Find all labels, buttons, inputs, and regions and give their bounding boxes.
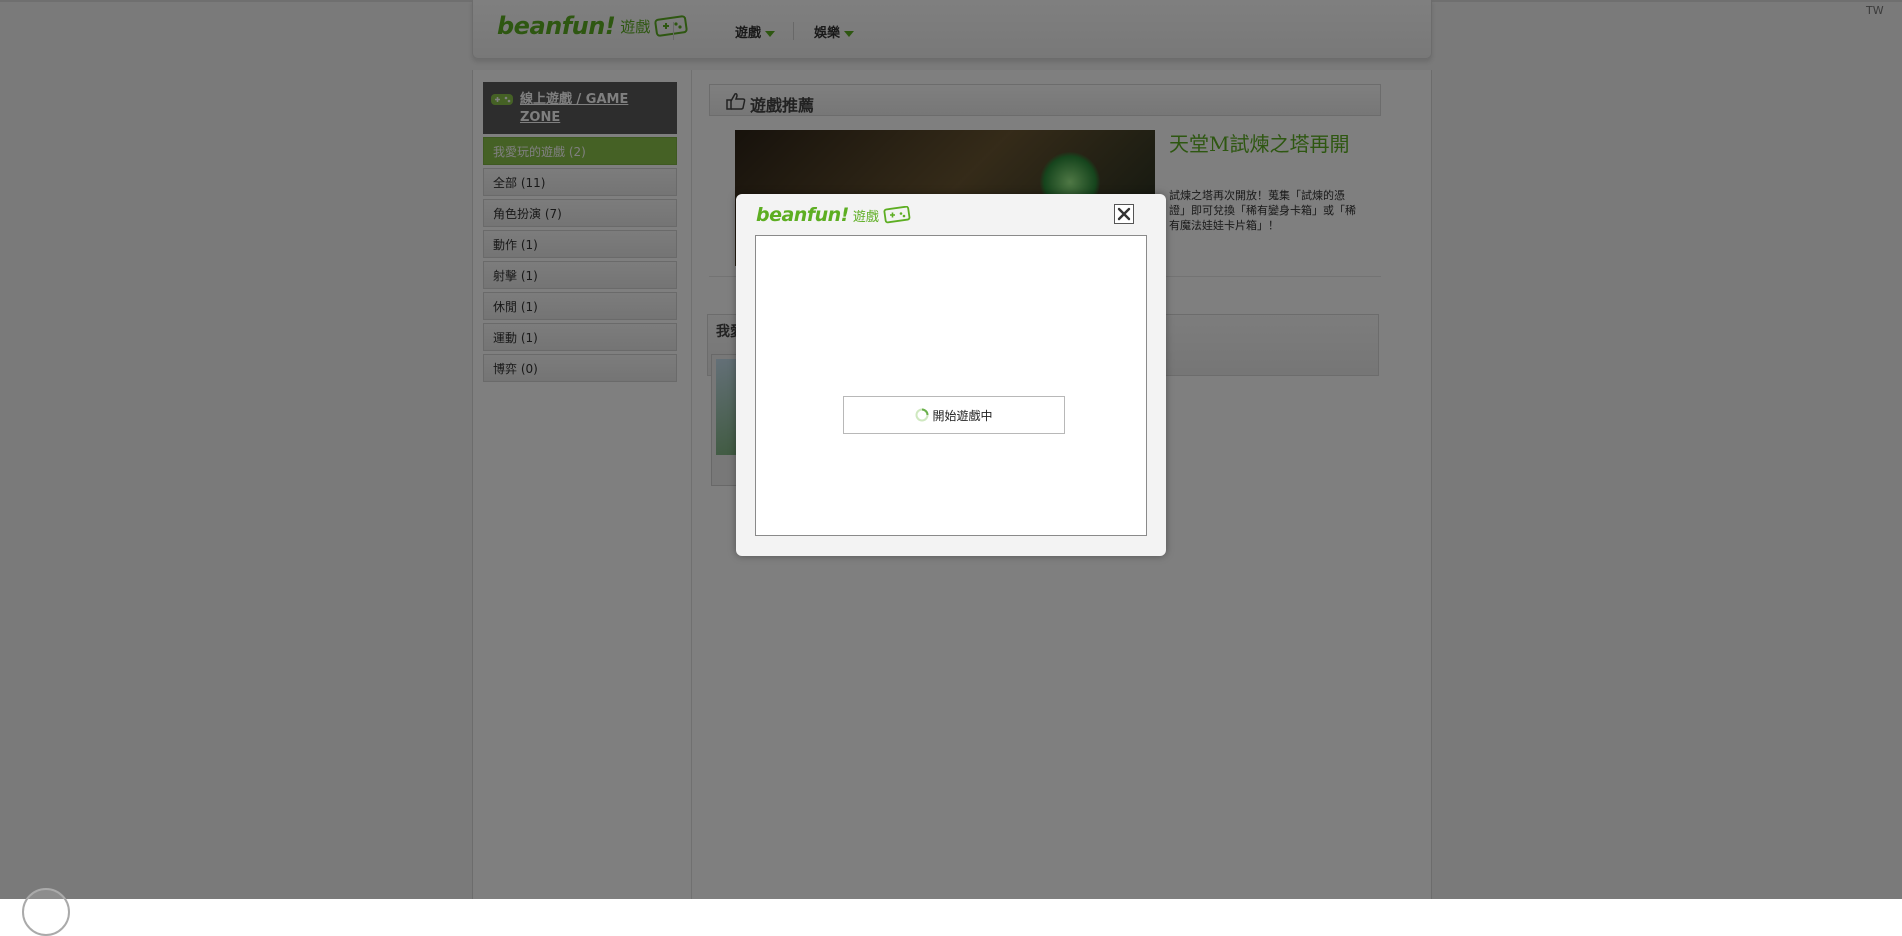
dialog-logo: beanfun! 遊戲 <box>756 204 911 226</box>
gamepad-icon <box>883 206 911 224</box>
dialog-body: 開始遊戲中 <box>755 235 1147 536</box>
loading-indicator: 開始遊戲中 <box>843 396 1065 434</box>
dialog-logo-wordmark: beanfun! <box>756 204 849 226</box>
close-button[interactable] <box>1114 204 1134 224</box>
loading-spinner-icon <box>915 408 929 422</box>
launch-dialog: beanfun! 遊戲 開始遊戲中 <box>736 194 1166 556</box>
close-icon <box>1117 207 1131 221</box>
loading-text: 開始遊戲中 <box>932 408 993 423</box>
corner-widget[interactable] <box>22 888 70 936</box>
dialog-logo-game-label: 遊戲 <box>852 209 879 225</box>
